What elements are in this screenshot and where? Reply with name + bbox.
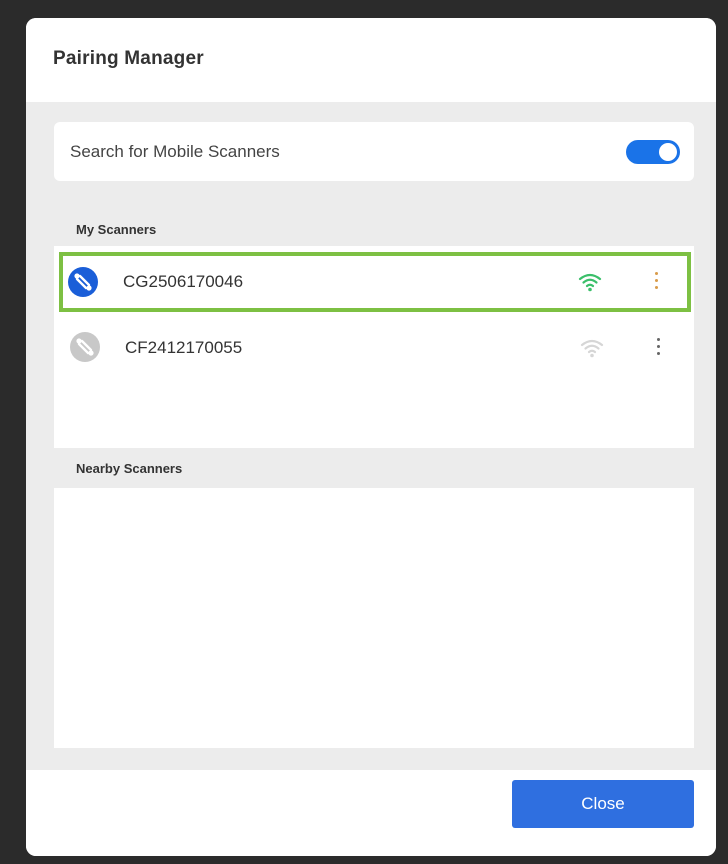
search-scanners-label: Search for Mobile Scanners [70, 142, 280, 161]
wifi-icon [580, 339, 604, 358]
more-options-icon[interactable] [652, 334, 664, 362]
dialog-body: Search for Mobile Scanners My Scanners C… [26, 102, 716, 770]
scanner-name: CF2412170055 [125, 338, 243, 357]
scanner-row-cg2506170046[interactable]: CG2506170046 [59, 252, 691, 312]
wifi-icon [578, 273, 602, 292]
scanner-row-cf2412170055[interactable]: CF2412170055 [54, 318, 694, 378]
dialog-footer: Close [26, 770, 716, 856]
search-scanners-toggle[interactable] [626, 140, 680, 164]
scanner-name: CG2506170046 [123, 272, 244, 291]
dialog-header: Pairing Manager [26, 18, 716, 102]
my-scanners-heading: My Scanners [76, 222, 157, 237]
pairing-manager-dialog: Pairing Manager Search for Mobile Scanne… [26, 18, 716, 856]
toggle-knob [659, 143, 677, 161]
more-options-icon[interactable] [650, 268, 662, 296]
nearby-scanners-heading: Nearby Scanners [76, 461, 183, 476]
search-scanners-row: Search for Mobile Scanners [54, 122, 694, 181]
dialog-title: Pairing Manager [53, 48, 204, 69]
scanner-connected-icon [68, 267, 98, 297]
nearby-scanners-list [54, 488, 694, 748]
my-scanners-list: CG2506170046 CF2412170055 [54, 246, 694, 448]
scanner-disconnected-icon [70, 332, 100, 362]
close-button[interactable]: Close [512, 780, 694, 828]
